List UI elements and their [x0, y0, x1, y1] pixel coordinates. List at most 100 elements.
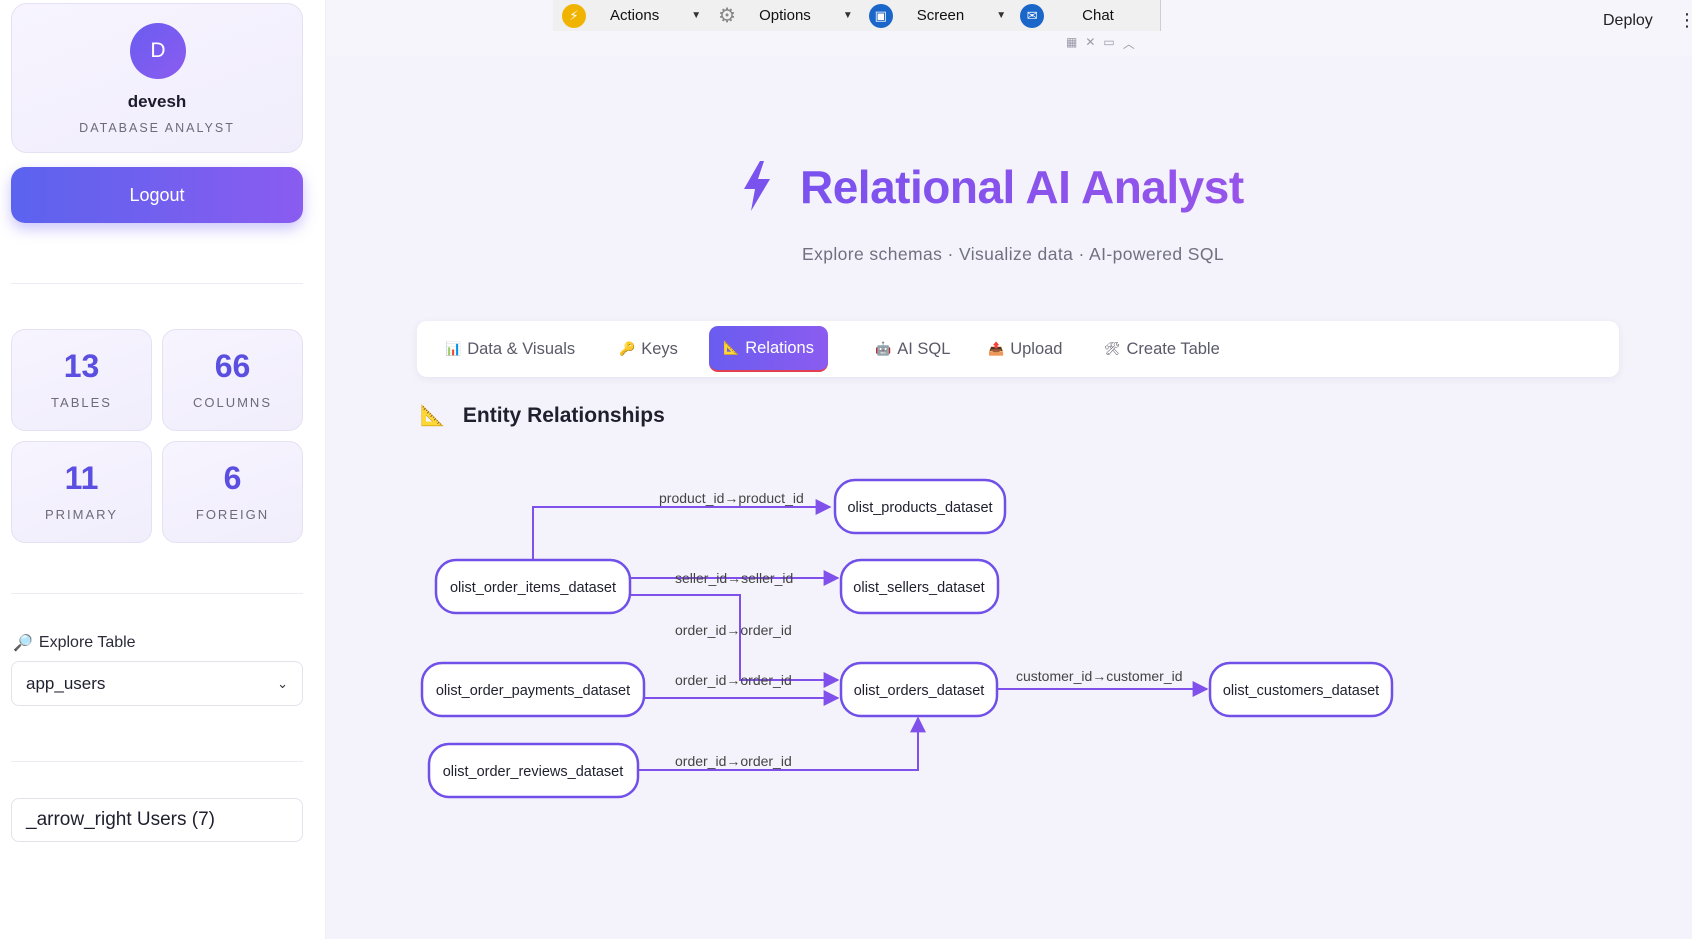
table-node-sellers[interactable]: olist_sellers_dataset	[839, 558, 1000, 615]
screen-menu[interactable]: ▣ Screen ▼	[868, 3, 1007, 28]
actions-label: Actions	[610, 7, 660, 24]
edge-label: seller_id→seller_id	[675, 570, 793, 586]
stat-label: FOREIGN	[195, 507, 270, 522]
section-title: Entity Relationships	[462, 403, 665, 427]
divider	[11, 283, 303, 284]
stat-value: 6	[223, 460, 242, 496]
table-select-value: app_users	[26, 673, 106, 693]
tab-upload[interactable]: 📤 Upload	[974, 326, 1076, 372]
bar-chart-icon: 📊	[445, 341, 462, 356]
users-expander-label: _arrow_right Users (7)	[26, 809, 215, 830]
table-node-order-payments[interactable]: olist_order_payments_dataset	[420, 661, 646, 718]
tab-label: Keys	[641, 339, 678, 358]
chat-icon: ✉	[1020, 3, 1045, 28]
tab-label: Upload	[1010, 339, 1063, 358]
lightning-icon: ⚡	[562, 3, 586, 28]
er-diagram: product_id→product_id seller_id→seller_i…	[420, 478, 1394, 799]
tab-label: Create Table	[1126, 339, 1220, 358]
tab-ai-sql[interactable]: 🤖 AI SQL	[861, 326, 964, 372]
toolbar: ⚡ Actions ▼ ⚙ Options ▼ ▣ Screen ▼ ✉ Cha…	[553, 0, 1161, 31]
stat-primary: 11 PRIMARY	[11, 441, 152, 543]
users-expander[interactable]: _arrow_right Users (7)	[11, 798, 303, 842]
edge-label: order_id→order_id	[675, 753, 792, 769]
screen-icon: ▣	[868, 3, 893, 28]
node-label: olist_sellers_dataset	[853, 580, 984, 596]
divider	[11, 593, 303, 594]
options-label: Options	[759, 7, 811, 24]
explore-table-label: 🔎 Explore Table	[13, 633, 136, 653]
chat-button[interactable]: ✉ Chat	[1020, 3, 1114, 28]
relation-edge: seller_id→seller_id	[631, 570, 840, 586]
section-heading: 📐 Entity Relationships	[420, 403, 665, 428]
caret-down-icon: ▼	[691, 10, 702, 21]
table-node-customers[interactable]: olist_customers_dataset	[1208, 661, 1394, 718]
actions-menu[interactable]: ⚡ Actions ▼	[562, 3, 702, 28]
triangle-ruler-icon: 📐	[420, 405, 445, 427]
caret-down-icon: ▼	[996, 10, 1007, 21]
logout-button[interactable]: Logout	[11, 167, 303, 223]
stat-label: PRIMARY	[45, 507, 118, 522]
profile-card: D devesh DATABASE ANALYST	[11, 3, 303, 153]
node-label: olist_order_reviews_dataset	[443, 764, 624, 780]
tab-label: Relations	[745, 338, 814, 357]
stat-columns: 66 COLUMNS	[162, 329, 303, 431]
edge-label: customer_id→customer_id	[1016, 668, 1183, 684]
tab-label: AI SQL	[897, 339, 951, 358]
relation-edge: order_id→order_id	[631, 594, 840, 688]
tab-data-visuals[interactable]: 📊 Data & Visuals	[431, 326, 589, 372]
table-node-orders[interactable]: olist_orders_dataset	[839, 661, 999, 718]
divider	[11, 761, 303, 762]
tools-icon: 🛠	[1104, 341, 1121, 356]
table-node-order-items[interactable]: olist_order_items_dataset	[434, 558, 632, 615]
search-icon: 🔎	[13, 635, 33, 652]
table-select[interactable]: app_users ⌄	[11, 661, 303, 706]
node-label: olist_customers_dataset	[1223, 683, 1379, 699]
edge-label: product_id→product_id	[659, 490, 804, 506]
upload-icon: 📤	[988, 341, 1005, 356]
stat-tables: 13 TABLES	[11, 329, 152, 431]
stat-label: COLUMNS	[192, 395, 272, 410]
more-menu-icon[interactable]: ⋮	[1678, 10, 1692, 31]
tab-keys[interactable]: 🔑 Keys	[605, 326, 692, 372]
screen-label: Screen	[916, 7, 965, 24]
triangle-ruler-icon: 📐	[723, 340, 740, 355]
toolbar-mini-controls: ▦ ✕ ▭ ︿	[1066, 35, 1135, 52]
relation-edge: customer_id→customer_id	[997, 668, 1209, 697]
table-node-products[interactable]: olist_products_dataset	[833, 478, 1007, 535]
node-label: olist_products_dataset	[847, 500, 992, 516]
stat-label: TABLES	[51, 395, 112, 410]
chevron-up-icon[interactable]: ︿	[1123, 35, 1135, 52]
table-node-order-reviews[interactable]: olist_order_reviews_dataset	[427, 742, 640, 799]
chevron-down-icon: ⌄	[277, 675, 288, 691]
explore-label-text: Explore Table	[38, 634, 136, 651]
caret-down-icon: ▼	[842, 10, 853, 21]
stat-value: 66	[214, 348, 251, 384]
tab-relations[interactable]: 📐 Relations	[709, 326, 828, 372]
node-label: olist_orders_dataset	[854, 683, 985, 699]
chat-label: Chat	[1082, 7, 1114, 24]
options-menu[interactable]: ⚙ Options ▼	[715, 4, 853, 28]
tab-label: Data & Visuals	[467, 339, 576, 358]
key-icon: 🔑	[619, 341, 636, 356]
page-title: Relational AI Analyst	[800, 161, 1244, 213]
shrink-icon[interactable]: ✕	[1085, 35, 1095, 52]
page-subtitle: Explore schemas · Visualize data · AI-po…	[802, 244, 1224, 264]
tab-bar: 📊 Data & Visuals 🔑 Keys 📐 Relations 🤖 AI…	[417, 321, 1619, 377]
node-label: olist_order_payments_dataset	[436, 683, 630, 699]
relation-edge: order_id→order_id	[638, 716, 926, 771]
stat-value: 13	[63, 348, 100, 384]
tab-create-table[interactable]: 🛠 Create Table	[1090, 326, 1234, 372]
monitor-icon[interactable]: ▭	[1103, 35, 1114, 52]
avatar: D	[130, 23, 186, 79]
relation-edge: order_id→order_id	[644, 672, 840, 706]
grid-icon[interactable]: ▦	[1066, 35, 1077, 52]
user-role: DATABASE ANALYST	[79, 121, 235, 135]
stat-value: 11	[64, 460, 99, 496]
robot-icon: 🤖	[875, 341, 892, 356]
gear-icon: ⚙	[718, 5, 737, 27]
node-label: olist_order_items_dataset	[450, 580, 616, 596]
sidebar: D devesh DATABASE ANALYST Logout 13 TABL…	[0, 0, 326, 939]
deploy-button[interactable]: Deploy	[1603, 12, 1653, 30]
bolt-icon	[744, 161, 770, 211]
username: devesh	[127, 92, 187, 111]
